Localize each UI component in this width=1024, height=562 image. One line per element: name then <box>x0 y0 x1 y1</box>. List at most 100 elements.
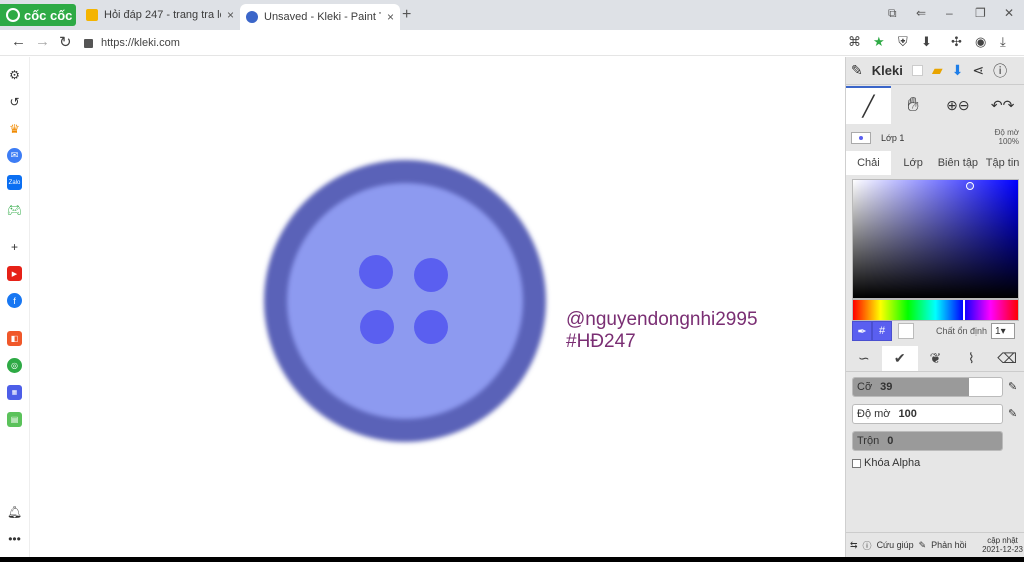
blend-brush-button[interactable]: ✔ <box>881 346 918 371</box>
eyedropper-button[interactable]: ✒ <box>852 321 872 341</box>
size-slider[interactable]: Cỡ 39 <box>852 377 1003 397</box>
update-info[interactable]: cập nhật 2021-12-23 <box>982 536 1024 554</box>
blend-slider[interactable]: Trộn 0 <box>852 431 1003 451</box>
signature-text: @nguyendongnhi2995 #HĐ247 <box>566 309 758 353</box>
zoom-in-out-icon: ⊕⊖ <box>946 96 970 113</box>
history-icon[interactable]: ↺ <box>7 94 22 109</box>
kleki-header: ✎ Kleki ▰ ⬇ ⋖ ⓘ <box>846 57 1024 85</box>
settings-icon[interactable]: ⚙ <box>7 67 22 82</box>
drawing-canvas[interactable]: @nguyendongnhi2995 #HĐ247 <box>30 57 845 557</box>
coccoc-logo[interactable]: cốc cốc <box>0 4 76 26</box>
download-ext-icon[interactable]: ⬇ <box>921 34 932 50</box>
screenshot-icon[interactable]: ⧉ <box>888 6 897 21</box>
opacity-slider-label: Độ mờ <box>857 408 891 420</box>
new-image-icon[interactable] <box>911 65 923 76</box>
maximize-icon[interactable]: ❐ <box>975 6 986 20</box>
maps-icon[interactable]: ◎ <box>7 358 22 373</box>
extensions-icon[interactable]: ✣ <box>951 34 962 50</box>
undo-redo-button[interactable]: ↶↷ <box>980 86 1024 124</box>
bookmark-star-icon[interactable]: ★ <box>873 34 885 50</box>
close-window-icon[interactable]: ✕ <box>1004 6 1014 20</box>
signature-line-1: @nguyendongnhi2995 <box>566 309 758 330</box>
messenger-icon[interactable]: ✉ <box>7 148 22 163</box>
back-icon[interactable]: ← <box>11 33 26 50</box>
reload-icon[interactable]: ↻ <box>59 33 72 51</box>
help-link[interactable]: Cứu giúp <box>877 540 914 550</box>
translate-icon[interactable]: ⌘ <box>848 34 861 50</box>
opacity-slider[interactable]: Độ mờ 100 <box>852 404 1003 424</box>
pen-brush-icon: ∽ <box>858 350 870 366</box>
url-field[interactable]: https://kleki.com <box>84 33 840 53</box>
zalo-icon[interactable]: Zalo <box>7 175 22 190</box>
new-tab-button[interactable]: + <box>402 6 411 24</box>
color-picker-handle[interactable] <box>966 182 974 190</box>
hue-slider[interactable] <box>852 299 1019 321</box>
eraser-button[interactable]: ⌫ <box>989 346 1024 371</box>
forward-icon[interactable]: → <box>35 33 50 50</box>
game-icon[interactable]: 🎮︎ <box>7 202 22 217</box>
calendar-icon[interactable]: ▦ <box>7 385 22 400</box>
feedback-icon[interactable]: ✎ <box>919 540 927 551</box>
help-icon[interactable]: ⓘ <box>993 61 1007 81</box>
hand-icon: ✋︎ <box>907 93 919 116</box>
open-folder-icon[interactable]: ▰ <box>932 62 943 79</box>
downloads-icon[interactable]: ⤓ <box>1000 34 1006 50</box>
bell-icon[interactable]: 🔔︎ <box>7 504 22 519</box>
minimize-icon[interactable]: – <box>946 6 953 20</box>
shopping-icon[interactable]: ◧ <box>7 331 22 346</box>
tool-row: ╱ ✋︎ ⊕⊖ ↶↷ <box>846 86 1024 124</box>
alpha-lock[interactable]: Khóa Alpha <box>852 457 920 469</box>
add-icon[interactable]: + <box>7 239 22 254</box>
stabilizer-value: 1 <box>995 325 1001 337</box>
brush-tool-button[interactable]: ╱ <box>846 86 891 124</box>
button-hole <box>359 255 393 289</box>
button-hole <box>360 310 394 344</box>
pin-icon[interactable]: ⇐ <box>916 6 926 20</box>
alpha-lock-checkbox[interactable] <box>852 458 861 468</box>
facebook-icon[interactable]: f <box>7 293 22 308</box>
browser-window: cốc cốc Hỏi đáp 247 - trang tra loi × Un… <box>0 0 1024 562</box>
tab-edit[interactable]: Biên tập <box>936 151 981 175</box>
tab-file[interactable]: Tập tin <box>980 151 1024 175</box>
tab-kleki[interactable]: Unsaved - Kleki - Paint Tool × <box>240 4 400 30</box>
brush-type-row: ∽ ✔ ❦ ⌇ ⌫ <box>846 346 1024 372</box>
hex-button[interactable]: # <box>872 321 892 341</box>
size-pressure-icon[interactable]: ✎ <box>1008 380 1017 393</box>
share-icon[interactable]: ⋖ <box>972 62 984 79</box>
layer-row[interactable]: Lớp 1 Độ mờ 100% <box>846 125 1024 151</box>
close-tab-icon[interactable]: × <box>227 8 234 22</box>
feedback-link[interactable]: Phản hồi <box>931 540 967 550</box>
close-tab-icon[interactable]: × <box>387 10 394 24</box>
sketchy-brush-button[interactable]: ❦ <box>918 346 954 371</box>
help-circle-icon[interactable]: ⓘ <box>863 539 872 552</box>
download-icon[interactable]: ⬇ <box>952 62 964 79</box>
brand-name: cốc cốc <box>24 7 73 23</box>
address-bar: ← → ↻ https://kleki.com ⌘ ★ ⛨ ⬇ ✣ ◉ ⤓ <box>0 30 1024 56</box>
secondary-color-swatch[interactable] <box>898 323 914 339</box>
color-picker-area[interactable] <box>852 179 1019 299</box>
shield-icon[interactable]: ⛨ <box>898 34 908 50</box>
layer-opacity: Độ mờ 100% <box>995 128 1019 146</box>
tab-brush[interactable]: Chải <box>846 151 891 175</box>
layer-thumbnail <box>851 132 871 144</box>
tab-hoidap[interactable]: Hỏi đáp 247 - trang tra loi × <box>80 4 240 26</box>
profile-icon[interactable]: ◉ <box>975 34 986 50</box>
kleki-logo-icon: ✎ <box>851 62 863 78</box>
crown-icon[interactable]: ♛ <box>7 121 22 136</box>
lock-icon <box>84 38 93 48</box>
pen-brush-button[interactable]: ∽ <box>846 346 882 371</box>
more-icon[interactable]: ••• <box>7 531 22 546</box>
button-face <box>287 183 523 419</box>
notes-icon[interactable]: ▤ <box>7 412 22 427</box>
kleki-favicon-icon <box>246 11 258 23</box>
zoom-button[interactable]: ⊕⊖ <box>936 86 981 124</box>
hue-slider-handle[interactable] <box>963 300 965 320</box>
opacity-pressure-icon[interactable]: ✎ <box>1008 407 1017 420</box>
pixel-brush-button[interactable]: ⌇ <box>953 346 989 371</box>
youtube-icon[interactable]: ▶ <box>7 266 22 281</box>
sketchy-brush-icon: ❦ <box>929 350 942 366</box>
tab-layers[interactable]: Lớp <box>891 151 936 175</box>
hand-tool-button[interactable]: ✋︎ <box>891 86 936 124</box>
swap-icon[interactable]: ⇆ <box>850 540 858 551</box>
stabilizer-select[interactable]: 1 ▾ <box>991 323 1016 339</box>
